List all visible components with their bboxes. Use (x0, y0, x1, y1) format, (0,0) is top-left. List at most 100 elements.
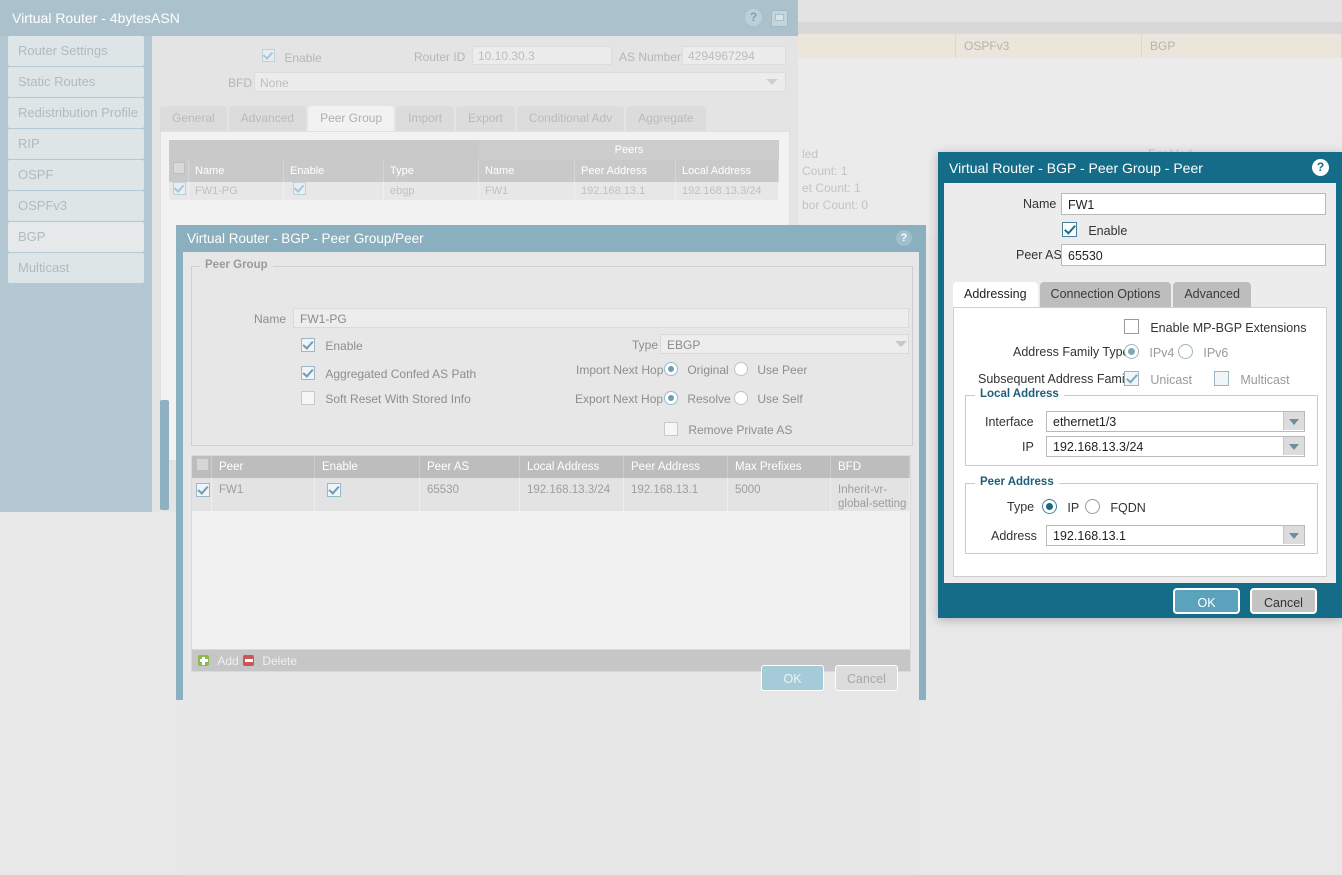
pg-export-resolve-radio[interactable]: Resolve (664, 391, 731, 406)
ip-label: IP (1022, 440, 1034, 454)
select-all-checkbox[interactable] (169, 160, 189, 182)
subsequent-unicast-checkbox[interactable]: Unicast (1124, 371, 1192, 387)
subsequent-unicast-label: Unicast (1150, 373, 1192, 387)
sidebar-item-rip[interactable]: RIP (8, 129, 144, 159)
chevron-down-icon[interactable] (1283, 412, 1304, 430)
peer-name-input[interactable]: FW1 (1061, 193, 1326, 215)
peer-group-peer-titlebar: Virtual Router - BGP - Peer Group/Peer ? (176, 225, 926, 252)
tab-peer-group[interactable]: Peer Group (308, 106, 394, 131)
tab-advanced[interactable]: Advanced (229, 106, 306, 131)
address-family-ipv6-label: IPv6 (1203, 346, 1228, 360)
tab-aggregate[interactable]: Aggregate (626, 106, 705, 131)
pg-export-use-self-radio[interactable]: Use Self (734, 391, 803, 406)
checkbox-icon (196, 483, 210, 497)
pg-import-original-radio[interactable]: Original (664, 362, 729, 377)
help-icon[interactable]: ? (896, 230, 912, 246)
ip-select[interactable]: 192.168.13.3/24 (1046, 436, 1305, 457)
background-subbar (798, 22, 1342, 34)
subsequent-multicast-label: Multicast (1240, 373, 1289, 387)
address-family-type-label: Address Family Type (1013, 345, 1129, 359)
chevron-down-icon[interactable] (1283, 526, 1304, 544)
cancel-button[interactable]: Cancel (835, 665, 898, 691)
row-checkbox[interactable] (169, 182, 189, 200)
router-id-input[interactable]: 10.10.30.3 (472, 46, 612, 65)
help-icon[interactable]: ? (745, 9, 762, 26)
bfd-label: BFD (228, 76, 252, 90)
peer-type-fqdn-label: FQDN (1110, 501, 1145, 515)
sidebar-item-bgp[interactable]: BGP (8, 222, 144, 252)
table-row[interactable]: FW1-PG ebgp FW1 192.168.13.1 192.168.13.… (169, 182, 779, 200)
checkbox-icon (1124, 371, 1139, 386)
sidebar-item-static-routes[interactable]: Static Routes (8, 67, 144, 97)
ok-button[interactable]: OK (1173, 588, 1240, 614)
pg-name-input[interactable]: FW1-PG (293, 308, 909, 328)
table-row[interactable]: FW1 65530 192.168.13.3/24 192.168.13.1 5… (192, 478, 910, 511)
bgp-top-form: Enable Router ID 10.10.30.3 AS Number 42… (152, 36, 798, 100)
cancel-button[interactable]: Cancel (1250, 588, 1317, 614)
cell-enable (315, 478, 420, 511)
pg-soft-reset-label: Soft Reset With Stored Info (325, 392, 470, 406)
tab-general[interactable]: General (160, 106, 227, 131)
tab-import[interactable]: Import (396, 106, 454, 131)
mpbgp-checkbox[interactable]: Enable MP-BGP Extensions (1124, 319, 1306, 335)
peer-type-ip-radio[interactable]: IP (1042, 499, 1079, 515)
bg-ospf-status: led Count: 1 et Count: 1 bor Count: 0 (802, 146, 868, 214)
peer-enable-checkbox[interactable]: Enable (1062, 222, 1127, 238)
select-all-checkbox[interactable] (192, 456, 212, 478)
pg-type-select[interactable]: EBGP (660, 334, 909, 354)
pg-soft-reset-checkbox[interactable]: Soft Reset With Stored Info (301, 391, 471, 406)
ok-button[interactable]: OK (761, 665, 824, 691)
tab-advanced[interactable]: Advanced (1173, 282, 1251, 307)
sidebar-item-router-settings[interactable]: Router Settings (8, 36, 144, 66)
interface-select[interactable]: ethernet1/3 (1046, 411, 1305, 432)
sidebar-item-ospf[interactable]: OSPF (8, 160, 144, 190)
cell-enable (284, 182, 384, 200)
tab-addressing[interactable]: Addressing (953, 282, 1038, 307)
address-family-ipv4-radio[interactable]: IPv4 (1124, 344, 1174, 360)
address-family-ipv6-radio[interactable]: IPv6 (1178, 344, 1228, 360)
restore-icon[interactable] (771, 10, 788, 27)
sidebar-item-multicast[interactable]: Multicast (8, 253, 144, 283)
pg-aggregated-confed-checkbox[interactable]: Aggregated Confed AS Path (301, 366, 476, 381)
virtual-router-sidebar: Router Settings Static Routes Redistribu… (0, 36, 152, 512)
cell-type: ebgp (384, 182, 479, 200)
cell-peer-as: 65530 (420, 478, 520, 511)
tab-export[interactable]: Export (456, 106, 515, 131)
bgp-tabs: General Advanced Peer Group Import Expor… (160, 106, 790, 132)
as-number-input[interactable]: 4294967294 (682, 46, 786, 65)
col-type: Type (384, 160, 479, 182)
peer-type-fqdn-radio[interactable]: FQDN (1085, 499, 1146, 515)
local-address-legend: Local Address (975, 388, 1064, 400)
vr-enable-checkbox[interactable]: Enable (262, 49, 322, 65)
subsequent-multicast-checkbox[interactable]: Multicast (1214, 371, 1290, 387)
peer-group-legend: Peer Group (200, 259, 273, 271)
peer-as-input[interactable]: 65530 (1061, 244, 1326, 266)
peer-group-table-header-row: Name Enable Type Name Peer Address Local… (169, 160, 779, 182)
pg-remove-private-as-checkbox[interactable]: Remove Private AS (664, 422, 792, 437)
peer-dialog-body: Name FW1 Enable Peer AS 65530 Addressing… (944, 183, 1336, 583)
peer-group-peer-dialog: Virtual Router - BGP - Peer Group/Peer ?… (176, 225, 926, 700)
tab-conditional-adv[interactable]: Conditional Adv (517, 106, 624, 131)
checkbox-icon (196, 458, 209, 471)
vr-enable-label: Enable (284, 51, 321, 65)
cell-local-address: 192.168.13.3/24 (520, 478, 624, 511)
checkbox-icon (664, 422, 678, 436)
tab-connection-options[interactable]: Connection Options (1040, 282, 1172, 307)
vertical-scrollbar[interactable] (160, 400, 169, 510)
help-icon[interactable]: ? (1312, 159, 1329, 176)
pg-enable-checkbox[interactable]: Enable (301, 338, 363, 353)
pg-import-use-peer-radio[interactable]: Use Peer (734, 362, 807, 377)
cell-peer: FW1 (212, 478, 315, 511)
chevron-down-icon[interactable] (1283, 437, 1304, 455)
radio-icon (1124, 344, 1139, 359)
pg-import-next-hop-label: Import Next Hop (576, 363, 663, 377)
bg-ospf-line-3: et Count: 1 (802, 180, 868, 197)
radio-icon (1042, 499, 1057, 514)
row-checkbox[interactable] (192, 478, 212, 511)
address-select[interactable]: 192.168.13.1 (1046, 525, 1305, 546)
radio-icon (1085, 499, 1100, 514)
interface-label: Interface (985, 415, 1034, 429)
bfd-select[interactable]: None (254, 72, 786, 92)
sidebar-item-ospfv3[interactable]: OSPFv3 (8, 191, 144, 221)
sidebar-item-redistribution-profile[interactable]: Redistribution Profile (8, 98, 144, 128)
